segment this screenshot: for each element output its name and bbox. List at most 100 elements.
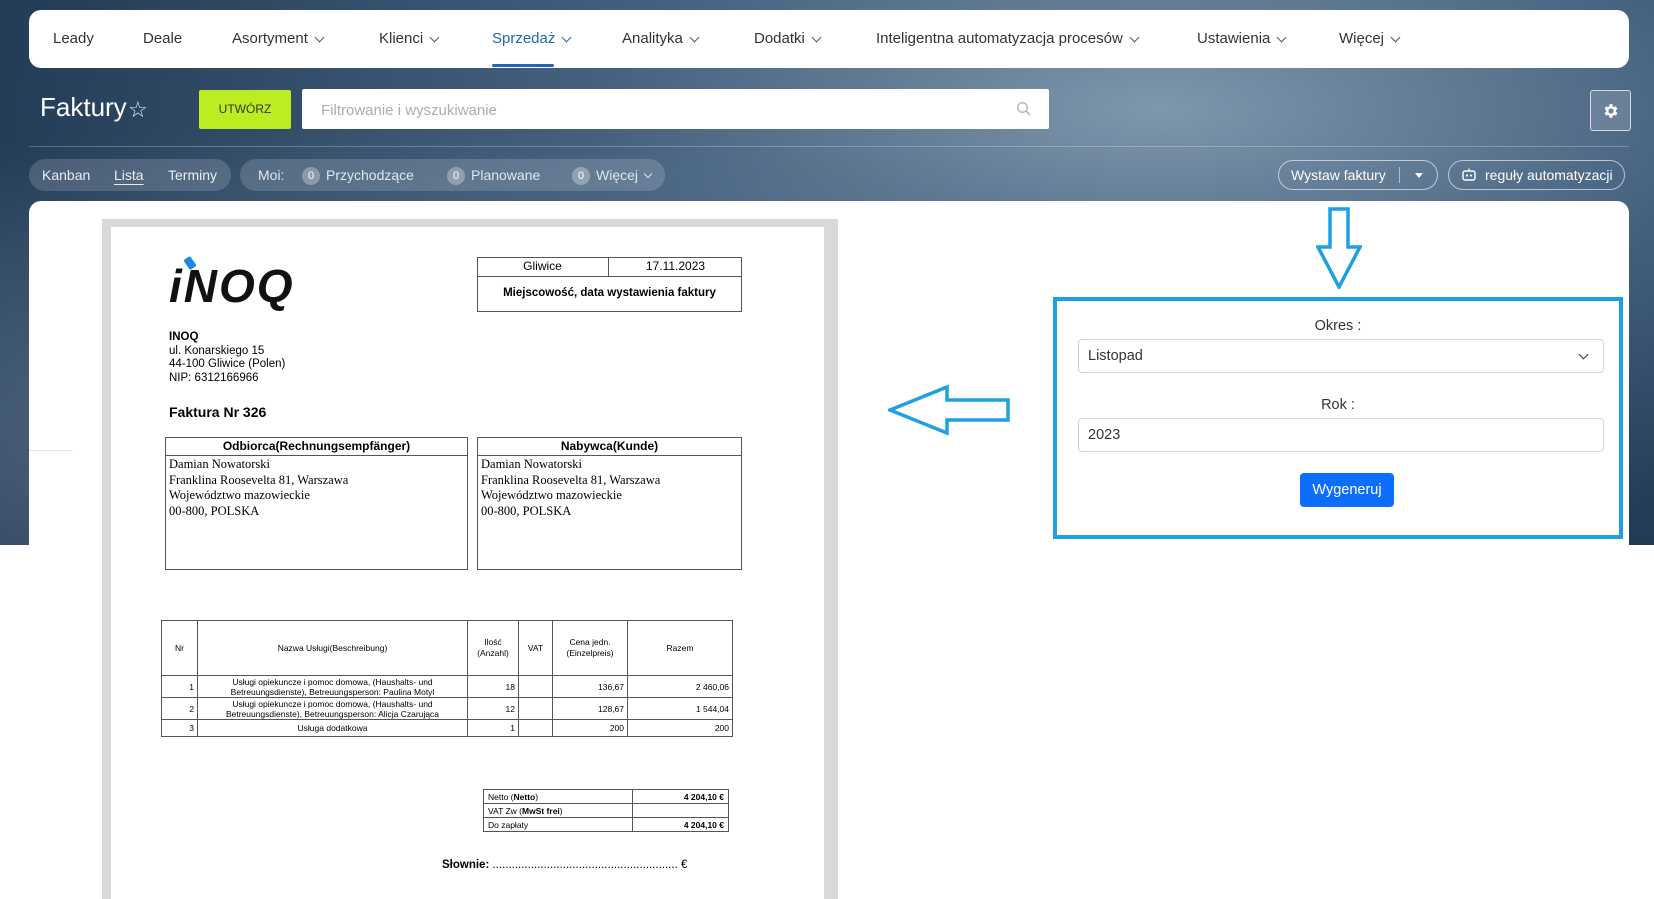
table-row: 2 Usługi opiekuncze i pomoc domowa, (Hau… [161, 697, 733, 720]
due-value: 4 204,10 € [632, 817, 729, 832]
row-vat [518, 719, 553, 737]
recipient-address: Damian Nowatorski Franklina Roosevelta 8… [165, 456, 352, 520]
nav-klienci[interactable]: Klienci [379, 10, 440, 68]
chevron-down-icon [643, 169, 653, 179]
row-price: 128,67 [552, 697, 628, 720]
counter-planned[interactable]: 0 Planowane [447, 159, 540, 191]
search-bar[interactable] [302, 89, 1049, 131]
nav-label: Ustawienia [1197, 30, 1271, 47]
items-table: Nr Nazwa Usługi(Beschreibung) Ilość (Anza… [161, 620, 733, 737]
row-qty: 12 [467, 697, 519, 720]
logo-text: iNOQ [169, 260, 295, 312]
amount-in-words: Słownie: ...............................… [442, 859, 687, 871]
chevron-down-icon [429, 32, 440, 42]
invoice-date: 17.11.2023 [645, 259, 706, 273]
chevron-down-icon [314, 32, 325, 42]
totals-table: Netto (Netto) 4 204,10 € VAT Zw (MwSt fr… [483, 789, 729, 832]
counter-incoming[interactable]: 0 Przychodzące [302, 159, 414, 191]
chevron-down-icon [561, 32, 572, 42]
col-qty-line1: Ilość [484, 637, 502, 647]
buyer-region: Województwo mazowieckie [481, 488, 622, 502]
nav-wiecej[interactable]: Więcej [1339, 10, 1401, 68]
nav-label: Leady [53, 30, 94, 47]
row-desc: Usługa dodatkowa [197, 719, 468, 737]
buyer-name: Damian Nowatorski [481, 457, 583, 471]
counters-bar: Moi: 0 Przychodzące 0 Planowane 0 Więcej [240, 159, 665, 191]
recipient-street: Franklina Roosevelta 81, Warszawa [169, 472, 349, 487]
seller-city: 44-100 Gliwice (Polen) [169, 358, 286, 370]
generate-button[interactable]: Wygeneruj [1300, 473, 1394, 507]
row-desc-line1: Usługi opiekuncze i pomoc domowa, (Haush… [232, 698, 433, 709]
table-header-row: Nr Nazwa Usługi(Beschreibung) Ilość (Anza… [161, 620, 733, 676]
words-label: Słownie: [442, 859, 490, 871]
nav-sprzedaz[interactable]: Sprzedaż [492, 10, 572, 68]
col-price-line2: (Einzelpreis) [566, 648, 614, 658]
year-input[interactable]: 2023 [1078, 418, 1604, 452]
seller-street: ul. Konarskiego 15 [169, 344, 265, 357]
nav-dodatki[interactable]: Dodatki [754, 10, 822, 68]
create-button[interactable]: UTWÓRZ [199, 90, 291, 129]
vat-value [632, 803, 729, 818]
due-label: Do zapłaty [483, 817, 633, 832]
button-divider [1399, 167, 1400, 183]
chevron-down-icon [811, 32, 822, 42]
automation-rules-button[interactable]: reguły automatyzacji [1448, 160, 1625, 190]
netto-label: Netto (Netto) [483, 789, 633, 804]
nav-deale[interactable]: Deale [143, 10, 182, 68]
row-qty: 1 [467, 719, 519, 737]
nav-ustawienia[interactable]: Ustawienia [1197, 10, 1287, 68]
nav-label: Więcej [1339, 30, 1385, 47]
vat-label-b: MwSt frei [522, 805, 560, 816]
page-title: Faktury [40, 92, 127, 122]
totals-row-netto: Netto (Netto) 4 204,10 € [483, 789, 729, 804]
row-nr: 3 [161, 719, 198, 737]
buyer-postal: 00-800, POLSKA [481, 503, 572, 518]
automation-rules-label: reguły automatyzacji [1485, 167, 1613, 183]
caret-down-icon[interactable] [1415, 173, 1423, 178]
place-date-caption: Miejscowość, data wystawienia faktury [503, 287, 716, 299]
seller-block: INOQ ul. Konarskiego 15 44-100 Gliwice (… [169, 331, 285, 385]
search-icon[interactable] [1016, 101, 1032, 117]
issue-invoices-button[interactable]: Wystaw faktury [1278, 160, 1438, 190]
view-kanban[interactable]: Kanban [42, 159, 90, 191]
search-input[interactable] [319, 89, 1003, 131]
vat-label: VAT Zw (MwSt frei) [483, 803, 633, 818]
col-price: Cena jedn. (Einzelpreis) [552, 620, 628, 676]
row-desc: Usługi opiekuncze i pomoc domowa, (Haush… [197, 675, 468, 698]
row-qty: 18 [467, 675, 519, 698]
row-total: 2 460,06 [627, 675, 733, 698]
nav-automatyzacja[interactable]: Inteligentna automatyzacja procesów [876, 10, 1140, 68]
counter-more[interactable]: 0 Więcej [572, 159, 653, 191]
counter-label: Więcej [596, 167, 639, 183]
nav-label: Sprzedaż [492, 30, 556, 47]
row-price: 200 [552, 719, 628, 737]
gear-icon [1604, 103, 1617, 118]
nav-leady[interactable]: Leady [53, 10, 94, 68]
nav-label: Dodatki [754, 30, 805, 47]
row-nr: 2 [161, 697, 198, 720]
col-total: Razem [627, 620, 733, 676]
nav-asortyment[interactable]: Asortyment [232, 10, 325, 68]
settings-button[interactable] [1590, 90, 1631, 131]
star-icon[interactable]: ☆ [128, 97, 148, 123]
inoq-logo: iNOQ [169, 255, 319, 312]
my-label: Moi: [258, 167, 285, 183]
header-divider [29, 146, 1629, 147]
nav-analityka[interactable]: Analityka [622, 10, 700, 68]
buyer-street: Franklina Roosevelta 81, Warszawa [481, 472, 661, 487]
row-total: 200 [627, 719, 733, 737]
arrow-left-icon [888, 384, 1010, 436]
row-desc: Usługi opiekuncze i pomoc domowa, (Haush… [197, 697, 468, 720]
period-select[interactable]: Listopad [1078, 339, 1604, 373]
view-terminy[interactable]: Terminy [168, 159, 217, 191]
view-lista[interactable]: Lista [114, 159, 144, 191]
view-switcher: Kanban Lista Terminy [29, 159, 231, 191]
col-name: Nazwa Usługi(Beschreibung) [197, 620, 468, 676]
row-total: 1 544,04 [627, 697, 733, 720]
buyer-header: Nabywca(Kunde) [560, 439, 659, 453]
col-nr: Nr [161, 620, 198, 676]
col-vat: VAT [518, 620, 553, 676]
invoice-page: iNOQ Gliwice 17.11.2023 Miejscowość, dat… [111, 227, 824, 899]
col-qty: Ilość (Anzahl) [467, 620, 519, 676]
nav-label: Klienci [379, 30, 424, 47]
